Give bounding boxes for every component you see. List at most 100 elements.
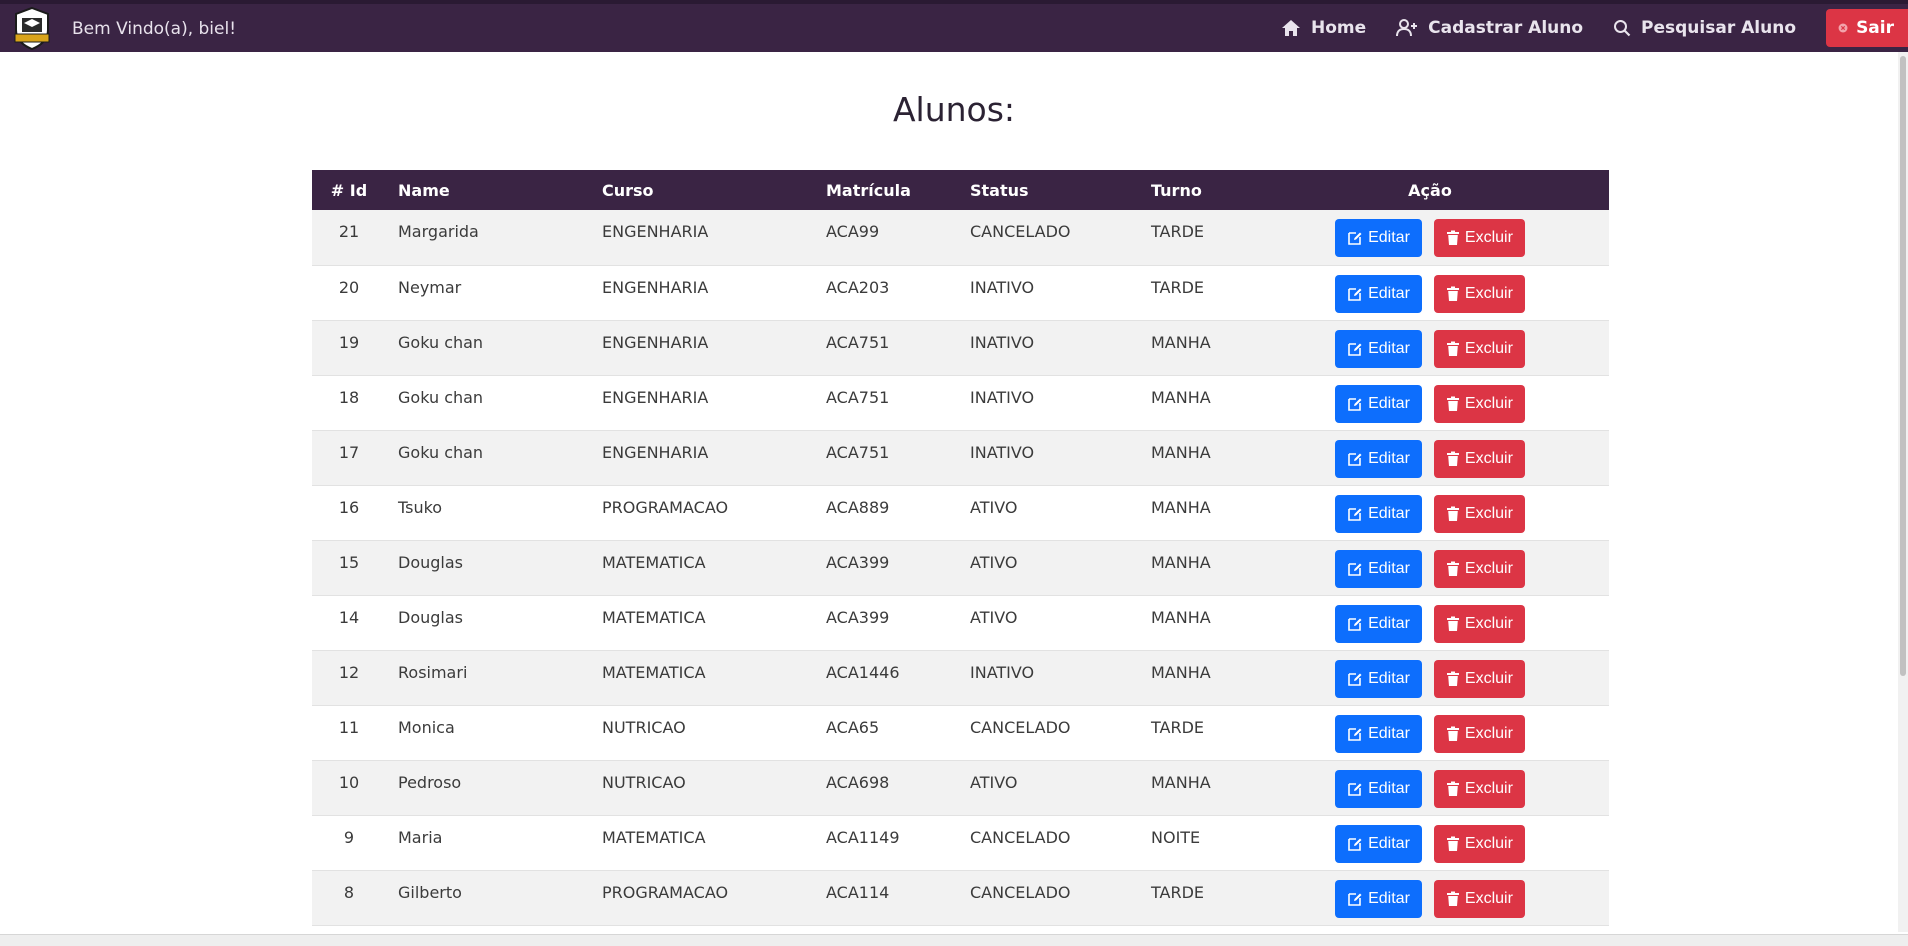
edit-button-label: Editar [1368, 394, 1410, 412]
delete-button[interactable]: Excluir [1433, 769, 1525, 808]
cell-name: Monica [398, 717, 455, 737]
trash-icon [1446, 341, 1459, 356]
cell-enrollment: ACA203 [826, 277, 890, 297]
delete-button[interactable]: Excluir [1433, 879, 1525, 918]
scrollbar-thumb[interactable] [1900, 56, 1906, 676]
edit-button-label: Editar [1368, 614, 1410, 632]
delete-button[interactable]: Excluir [1433, 824, 1525, 863]
nav-home-label: Home [1311, 18, 1367, 38]
cell-enrollment: ACA889 [826, 497, 890, 517]
college-logo[interactable] [10, 6, 54, 50]
edit-button-label: Editar [1368, 779, 1410, 797]
header-name: Name [398, 180, 450, 200]
table-row: 10 Pedroso NUTRICAO ACA698 ATIVO MANHA Editar E… [312, 760, 1609, 815]
cell-course: ENGENHARIA [602, 387, 709, 407]
edit-button-label: Editar [1368, 229, 1410, 246]
cell-name: Tsuko [398, 497, 443, 517]
edit-button[interactable]: Editar [1335, 329, 1422, 368]
table-row: 17 Goku chan ENGENHARIA ACA751 INATIVO MANHA E… [312, 430, 1609, 485]
nav-register-student[interactable]: Cadastrar Aluno [1396, 18, 1583, 38]
cell-enrollment: ACA1446 [826, 662, 900, 682]
delete-button-label: Excluir [1464, 834, 1513, 852]
cell-enrollment: ACA99 [826, 222, 880, 241]
edit-button-label: Editar [1368, 834, 1410, 852]
delete-button[interactable]: Excluir [1433, 439, 1525, 478]
delete-button-label: Excluir [1464, 339, 1513, 357]
delete-button[interactable]: Excluir [1433, 494, 1525, 533]
delete-button[interactable]: Excluir [1433, 714, 1525, 753]
trash-icon [1446, 286, 1459, 301]
nav-register-label: Cadastrar Aluno [1428, 18, 1584, 38]
cell-id: 8 [343, 882, 355, 902]
logout-button[interactable]: Sair [1826, 9, 1908, 47]
edit-icon [1348, 837, 1362, 851]
cell-actions: Editar Excluir [1251, 320, 1609, 375]
table-row: 8 Gilberto PROGRAMACAO ACA114 CANCELADO TARDE… [312, 870, 1609, 925]
cell-enrollment: ACA751 [826, 332, 890, 352]
trash-icon [1446, 616, 1459, 631]
table-row: 19 Goku chan ENGENHARIA ACA751 INATIVO MANHA E… [312, 320, 1609, 375]
table-body: 21 Margarida ENGENHARIA ACA99 CANCELADO TARDE… [312, 210, 1609, 925]
cell-status: CANCELADO [970, 827, 1071, 847]
cell-course: ENGENHARIA [602, 442, 709, 462]
delete-button-label: Excluir [1464, 779, 1513, 797]
trash-icon [1446, 781, 1459, 796]
edit-button[interactable]: Editar [1335, 384, 1422, 423]
cell-enrollment: ACA114 [826, 882, 890, 902]
cell-shift: MANHA [1151, 387, 1211, 407]
edit-button[interactable]: Editar [1335, 879, 1422, 918]
cell-course: PROGRAMACAO [602, 882, 729, 902]
delete-button[interactable]: Excluir [1433, 384, 1525, 423]
edit-button[interactable]: Editar [1335, 219, 1422, 257]
edit-button[interactable]: Editar [1335, 549, 1422, 588]
cell-shift: MANHA [1151, 497, 1211, 517]
edit-icon [1348, 672, 1362, 686]
cell-course: ENGENHARIA [602, 277, 709, 297]
logout-label: Sair [1856, 18, 1894, 38]
edit-button[interactable]: Editar [1335, 604, 1422, 643]
bottom-status-bar [0, 934, 1908, 946]
delete-button[interactable]: Excluir [1433, 274, 1525, 313]
cell-actions: Editar Excluir [1251, 210, 1609, 265]
trash-icon [1446, 836, 1459, 851]
cell-id: 15 [338, 552, 360, 572]
delete-button[interactable]: Excluir [1433, 549, 1525, 588]
delete-button[interactable]: Excluir [1433, 329, 1525, 368]
edit-button[interactable]: Editar [1335, 769, 1422, 808]
cell-course: NUTRICAO [602, 772, 686, 792]
delete-button[interactable]: Excluir [1433, 219, 1525, 257]
cell-enrollment: ACA698 [826, 772, 890, 792]
cell-id: 21 [338, 222, 360, 241]
edit-button[interactable]: Editar [1335, 274, 1422, 313]
edit-icon [1348, 397, 1362, 411]
table-row: 21 Margarida ENGENHARIA ACA99 CANCELADO TARDE… [312, 210, 1609, 265]
edit-button[interactable]: Editar [1335, 439, 1422, 478]
delete-button[interactable]: Excluir [1433, 659, 1525, 698]
table-row: 9 Maria MATEMATICA ACA1149 CANCELADO NOITE Edi… [312, 815, 1609, 870]
delete-button-label: Excluir [1464, 229, 1513, 246]
cell-id: 11 [338, 717, 360, 737]
cell-enrollment: ACA751 [826, 387, 890, 407]
edit-icon [1348, 562, 1362, 576]
edit-button-label: Editar [1368, 889, 1410, 907]
table-row: 11 Monica NUTRICAO ACA65 CANCELADO TARDE Edita… [312, 705, 1609, 760]
delete-button-label: Excluir [1464, 614, 1513, 632]
cell-name: Goku chan [398, 387, 484, 407]
cell-id: 18 [338, 387, 360, 407]
edit-button[interactable]: Editar [1335, 714, 1422, 753]
edit-button[interactable]: Editar [1335, 659, 1422, 698]
delete-button-label: Excluir [1464, 284, 1513, 302]
edit-button[interactable]: Editar [1335, 824, 1422, 863]
table-header-row: # Id Name Curso Matrícula Status Turno A… [312, 170, 1609, 210]
nav-search-student[interactable]: Pesquisar Aluno [1613, 18, 1796, 38]
delete-button[interactable]: Excluir [1433, 604, 1525, 643]
cell-status: INATIVO [970, 332, 1035, 352]
cell-shift: MANHA [1151, 607, 1211, 627]
header-status: Status [970, 180, 1029, 200]
edit-button[interactable]: Editar [1335, 494, 1422, 533]
nav-home[interactable]: Home [1281, 18, 1366, 38]
page-scrollbar[interactable] [1898, 52, 1908, 932]
edit-icon [1348, 232, 1362, 245]
cell-course: MATEMATICA [602, 552, 706, 572]
cell-name: Goku chan [398, 332, 484, 352]
